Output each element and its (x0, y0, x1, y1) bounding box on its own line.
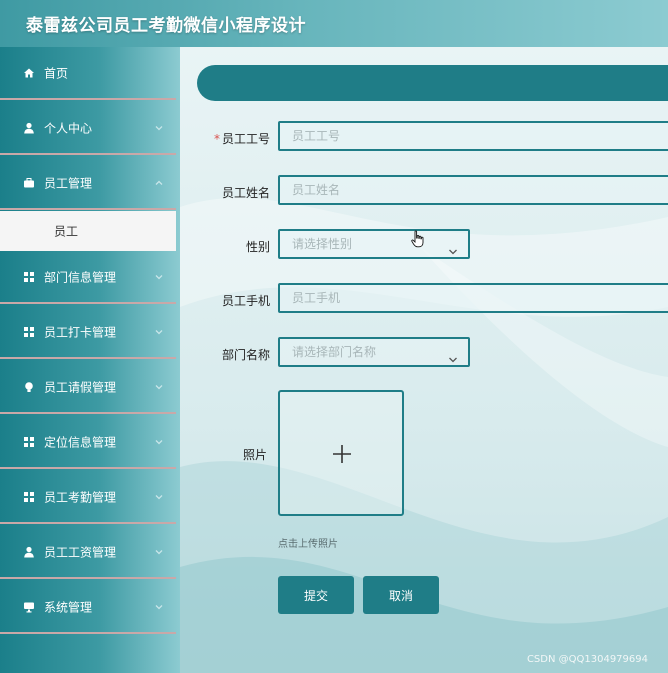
bulb-icon (22, 380, 36, 394)
employee-no-label: * 员工工号 (213, 132, 270, 146)
sidebar-item-department-info[interactable]: 部门信息管理 (0, 251, 176, 304)
user-icon (22, 121, 36, 135)
sidebar-item-label: 定位信息管理 (44, 435, 117, 449)
chevron-down-icon (154, 327, 164, 337)
employee-name-input[interactable]: 员工姓名 (278, 175, 668, 205)
sidebar-item-attendance-management[interactable]: 员工考勤管理 (0, 471, 176, 524)
gender-placeholder: 请选择性别 (292, 237, 353, 251)
sidebar-item-system-management[interactable]: 系统管理 (0, 581, 176, 634)
plus-icon (333, 445, 351, 463)
chevron-down-icon (154, 492, 164, 502)
submit-button[interactable]: 提交 (278, 576, 354, 614)
phone-input[interactable]: 员工手机 (278, 283, 668, 313)
main-content: * 员工工号 员工工号 员工姓名 员工姓名 性别 请选择性别 员工手机 员工手机 … (180, 47, 668, 673)
grid-icon (22, 325, 36, 339)
app-header: 泰雷兹公司员工考勤微信小程序设计 (0, 0, 668, 47)
briefcase-icon (22, 176, 36, 190)
chevron-down-icon (154, 382, 164, 392)
top-banner (197, 65, 668, 101)
grid-icon (22, 435, 36, 449)
chevron-up-icon (154, 178, 164, 188)
sidebar-item-label: 员工工资管理 (44, 545, 117, 559)
sidebar-item-label: 个人中心 (44, 121, 93, 135)
sidebar-item-label: 员工请假管理 (44, 380, 117, 394)
grid-icon (22, 270, 36, 284)
chevron-down-icon (154, 547, 164, 557)
sidebar-item-clock-in-management[interactable]: 员工打卡管理 (0, 306, 176, 359)
chevron-down-icon (154, 272, 164, 282)
employee-no-placeholder: 员工工号 (292, 129, 341, 143)
phone-placeholder: 员工手机 (292, 291, 341, 305)
photo-upload-box[interactable] (278, 390, 404, 516)
upload-hint: 点击上传照片 (278, 539, 338, 550)
gender-select[interactable]: 请选择性别 (278, 229, 470, 259)
hand-cursor-icon (411, 230, 424, 248)
chevron-down-icon (448, 240, 458, 255)
watermark: CSDN @QQ1304979694 (526, 654, 648, 665)
chevron-down-icon (154, 123, 164, 133)
home-icon (22, 66, 36, 80)
department-placeholder: 请选择部门名称 (292, 345, 377, 359)
sidebar-item-personal-center[interactable]: 个人中心 (0, 102, 176, 155)
gender-label: 性别 (245, 240, 270, 254)
sidebar-item-location-info[interactable]: 定位信息管理 (0, 416, 176, 469)
employee-no-input[interactable]: 员工工号 (278, 121, 668, 151)
monitor-icon (22, 600, 36, 614)
sidebar-item-label: 员工考勤管理 (44, 490, 117, 504)
required-mark: * (213, 132, 220, 146)
employee-name-label: 员工姓名 (221, 186, 270, 200)
employee-name-placeholder: 员工姓名 (292, 183, 341, 197)
sidebar-item-employee-management[interactable]: 员工管理 (0, 157, 176, 210)
grid-icon (22, 490, 36, 504)
app-title: 泰雷兹公司员工考勤微信小程序设计 (26, 16, 306, 36)
sidebar-subitem-employee[interactable]: 员工 (0, 211, 176, 251)
sidebar-subitem-label: 员工 (54, 224, 79, 239)
sidebar-item-home[interactable]: 首页 (0, 47, 176, 100)
sidebar-item-label: 部门信息管理 (44, 270, 117, 284)
sidebar-item-label: 员工管理 (44, 176, 93, 190)
chevron-down-icon (448, 348, 458, 363)
user-icon (22, 545, 36, 559)
sidebar-item-label: 系统管理 (44, 600, 93, 614)
sidebar: 首页 个人中心 员工管理 员工 部门信息管理 员工打卡管理 员工请假管理 定位信… (0, 47, 180, 673)
cancel-button[interactable]: 取消 (363, 576, 439, 614)
sidebar-item-label: 员工打卡管理 (44, 325, 117, 339)
sidebar-item-leave-management[interactable]: 员工请假管理 (0, 361, 176, 414)
department-label: 部门名称 (221, 348, 270, 362)
department-select[interactable]: 请选择部门名称 (278, 337, 470, 367)
chevron-down-icon (154, 602, 164, 612)
photo-label: 照片 (242, 448, 267, 462)
sidebar-item-salary-management[interactable]: 员工工资管理 (0, 526, 176, 579)
sidebar-item-label: 首页 (44, 66, 69, 80)
chevron-down-icon (154, 437, 164, 447)
phone-label: 员工手机 (221, 294, 270, 308)
